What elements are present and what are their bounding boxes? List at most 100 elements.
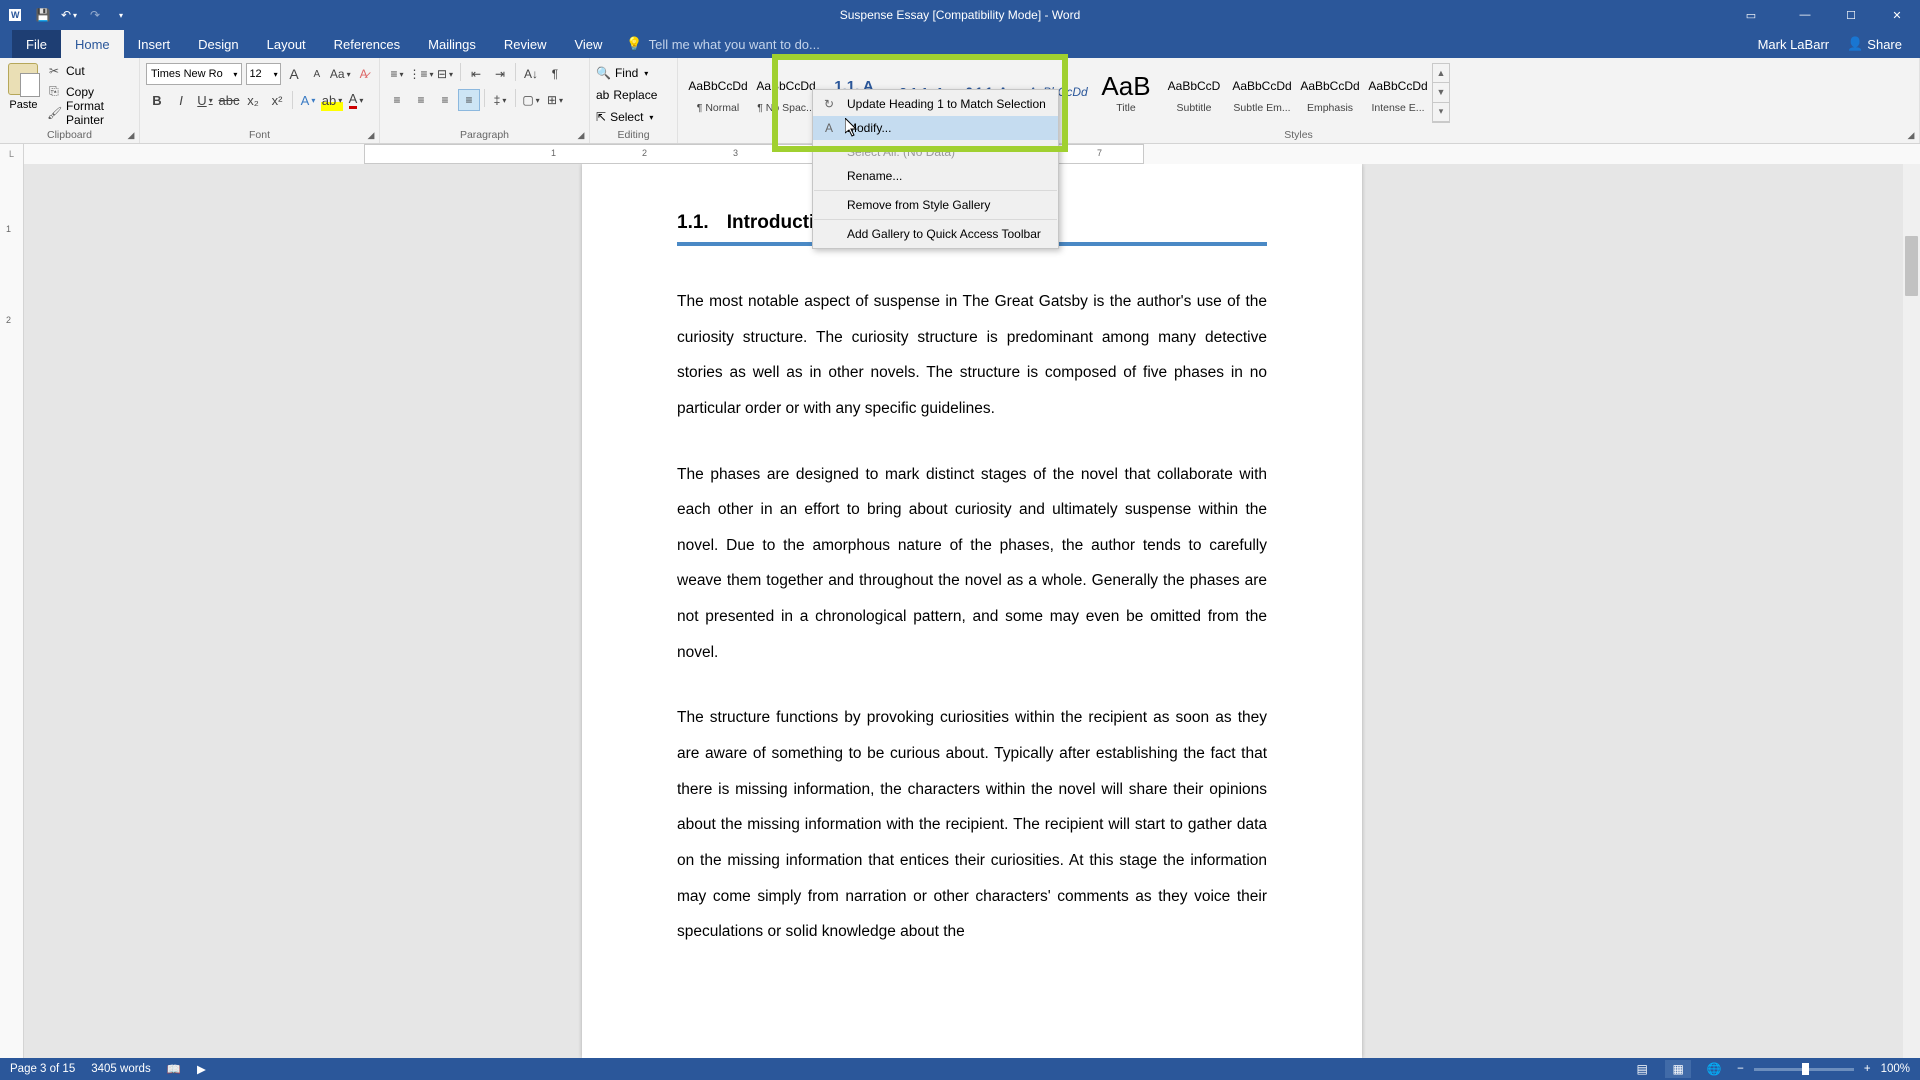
cut-button[interactable]: ✂Cut <box>47 61 133 80</box>
align-left-button[interactable]: ≡ <box>386 89 408 111</box>
zoom-out-button[interactable]: − <box>1737 1063 1744 1075</box>
line-spacing-button[interactable]: ‡▾ <box>489 89 511 111</box>
find-button[interactable]: 🔍Find▾ <box>596 63 671 83</box>
style-item-0[interactable]: AaBbCcDd¶ Normal <box>684 63 752 121</box>
format-painter-button[interactable]: 🖌Format Painter <box>47 103 133 123</box>
style-item-1[interactable]: AaBbCcDd¶ No Spac... <box>752 63 820 121</box>
align-justify-button[interactable]: ≡ <box>458 89 480 111</box>
style-item-9[interactable]: AaBbCcDdEmphasis <box>1296 63 1364 121</box>
svg-text:W: W <box>11 10 20 20</box>
paragraph-text[interactable]: The structure functions by provoking cur… <box>677 700 1267 949</box>
borders-button[interactable]: ⊞▾ <box>544 89 566 111</box>
bullets-button[interactable]: ≡▾ <box>386 63 408 85</box>
styles-more-icon[interactable]: ▾ <box>1433 103 1449 122</box>
tab-review[interactable]: Review <box>490 30 561 58</box>
strikethrough-button[interactable]: abc <box>218 89 240 111</box>
bold-button[interactable]: B <box>146 89 168 111</box>
grow-font-button[interactable]: A <box>285 63 304 85</box>
style-item-6[interactable]: AaBTitle <box>1092 63 1160 121</box>
align-right-button[interactable]: ≡ <box>434 89 456 111</box>
increase-indent-button[interactable]: ⇥ <box>489 63 511 85</box>
select-button[interactable]: ⇱Select▾ <box>596 107 671 127</box>
superscript-button[interactable]: x² <box>266 89 288 111</box>
font-launcher[interactable]: ◢ <box>365 129 377 141</box>
tab-view[interactable]: View <box>560 30 616 58</box>
align-center-button[interactable]: ≡ <box>410 89 432 111</box>
status-words[interactable]: 3405 words <box>91 1063 150 1075</box>
numbering-button[interactable]: ⋮≡▾ <box>410 63 432 85</box>
minimize-button[interactable]: — <box>1782 0 1828 30</box>
view-web-layout[interactable]: 🌐 <box>1701 1060 1727 1078</box>
paste-button[interactable]: Paste <box>6 61 41 123</box>
sort-button[interactable]: A↓ <box>520 63 542 85</box>
styles-scroll[interactable]: ▲▼▾ <box>1432 63 1450 123</box>
menu-add-to-qat[interactable]: Add Gallery to Quick Access Toolbar <box>813 222 1058 246</box>
view-read-mode[interactable]: ▤ <box>1629 1060 1655 1078</box>
font-name-combo[interactable]: Times New Ro▾ <box>146 63 242 85</box>
highlight-button[interactable]: ab▾ <box>321 89 343 111</box>
styles-down-icon[interactable]: ▼ <box>1433 83 1449 102</box>
tab-design[interactable]: Design <box>184 30 252 58</box>
font-size-combo[interactable]: 12▾ <box>246 63 280 85</box>
redo-icon[interactable]: ↷ <box>86 6 104 24</box>
menu-label: Remove from Style Gallery <box>847 198 990 212</box>
tell-me-search[interactable]: 💡 Tell me what you want to do... <box>626 30 819 58</box>
show-marks-button[interactable]: ¶ <box>544 63 566 85</box>
save-icon[interactable]: 💾 <box>34 6 52 24</box>
zoom-slider[interactable] <box>1754 1068 1854 1071</box>
italic-button[interactable]: I <box>170 89 192 111</box>
subscript-button[interactable]: x₂ <box>242 89 264 111</box>
clear-formatting-button[interactable]: A̷ <box>354 63 373 85</box>
vertical-scrollbar[interactable] <box>1903 164 1920 1058</box>
style-item-7[interactable]: AaBbCcDSubtitle <box>1160 63 1228 121</box>
maximize-button[interactable]: ☐ <box>1828 0 1874 30</box>
shading-button[interactable]: ▢▾ <box>520 89 542 111</box>
status-proofing-icon[interactable]: 📖 <box>167 1062 181 1076</box>
ribbon-options-icon[interactable]: ▭ <box>1728 0 1774 30</box>
tab-file[interactable]: File <box>12 30 61 58</box>
clipboard-launcher[interactable]: ◢ <box>125 129 137 141</box>
close-button[interactable]: ✕ <box>1874 0 1920 30</box>
style-item-8[interactable]: AaBbCcDdSubtle Em... <box>1228 63 1296 121</box>
styles-launcher[interactable]: ◢ <box>1905 129 1917 141</box>
styles-up-icon[interactable]: ▲ <box>1433 64 1449 83</box>
tab-references[interactable]: References <box>320 30 414 58</box>
menu-modify[interactable]: A Modify... <box>813 116 1058 140</box>
menu-rename[interactable]: Rename... <box>813 164 1058 188</box>
replace-button[interactable]: abReplace <box>596 85 671 105</box>
paragraph-text[interactable]: The most notable aspect of suspense in T… <box>677 284 1267 427</box>
menu-select-all[interactable]: Select All: (No Data) <box>813 140 1058 164</box>
font-color-button[interactable]: A▾ <box>345 89 367 111</box>
tab-mailings[interactable]: Mailings <box>414 30 490 58</box>
tab-layout[interactable]: Layout <box>253 30 320 58</box>
multilevel-button[interactable]: ⊟▾ <box>434 63 456 85</box>
zoom-in-button[interactable]: + <box>1864 1063 1871 1075</box>
status-page[interactable]: Page 3 of 15 <box>10 1063 75 1075</box>
menu-update-to-match[interactable]: ↻ Update Heading 1 to Match Selection <box>813 92 1058 116</box>
tab-insert[interactable]: Insert <box>124 30 185 58</box>
tab-home[interactable]: Home <box>61 30 124 58</box>
shrink-font-button[interactable]: A <box>307 63 326 85</box>
update-icon: ↻ <box>821 97 837 111</box>
user-name[interactable]: Mark LaBarr <box>1758 37 1830 52</box>
menu-remove-from-gallery[interactable]: Remove from Style Gallery <box>813 193 1058 217</box>
scrollbar-thumb[interactable] <box>1905 236 1918 296</box>
style-label: Emphasis <box>1307 102 1353 114</box>
document-page[interactable]: 1.1.Introduction The most notable aspect… <box>582 164 1362 1058</box>
style-preview: AaBbCcDd <box>1232 70 1291 102</box>
decrease-indent-button[interactable]: ⇤ <box>465 63 487 85</box>
status-macro-icon[interactable]: ▶ <box>197 1062 206 1076</box>
paragraph-text[interactable]: The phases are designed to mark distinct… <box>677 457 1267 671</box>
zoom-level[interactable]: 100% <box>1881 1063 1910 1075</box>
zoom-thumb[interactable] <box>1802 1063 1809 1075</box>
vertical-ruler[interactable]: 1 2 <box>0 164 24 1058</box>
share-button[interactable]: 👤 Share <box>1847 36 1902 52</box>
change-case-button[interactable]: Aa▾ <box>330 63 350 85</box>
paragraph-launcher[interactable]: ◢ <box>575 129 587 141</box>
text-effects-button[interactable]: A▾ <box>297 89 319 111</box>
underline-button[interactable]: U▾ <box>194 89 216 111</box>
view-print-layout[interactable]: ▦ <box>1665 1060 1691 1078</box>
qat-customize-icon[interactable]: ▾ <box>112 6 130 24</box>
undo-icon[interactable]: ↶▾ <box>60 6 78 24</box>
style-item-10[interactable]: AaBbCcDdIntense E... <box>1364 63 1432 121</box>
